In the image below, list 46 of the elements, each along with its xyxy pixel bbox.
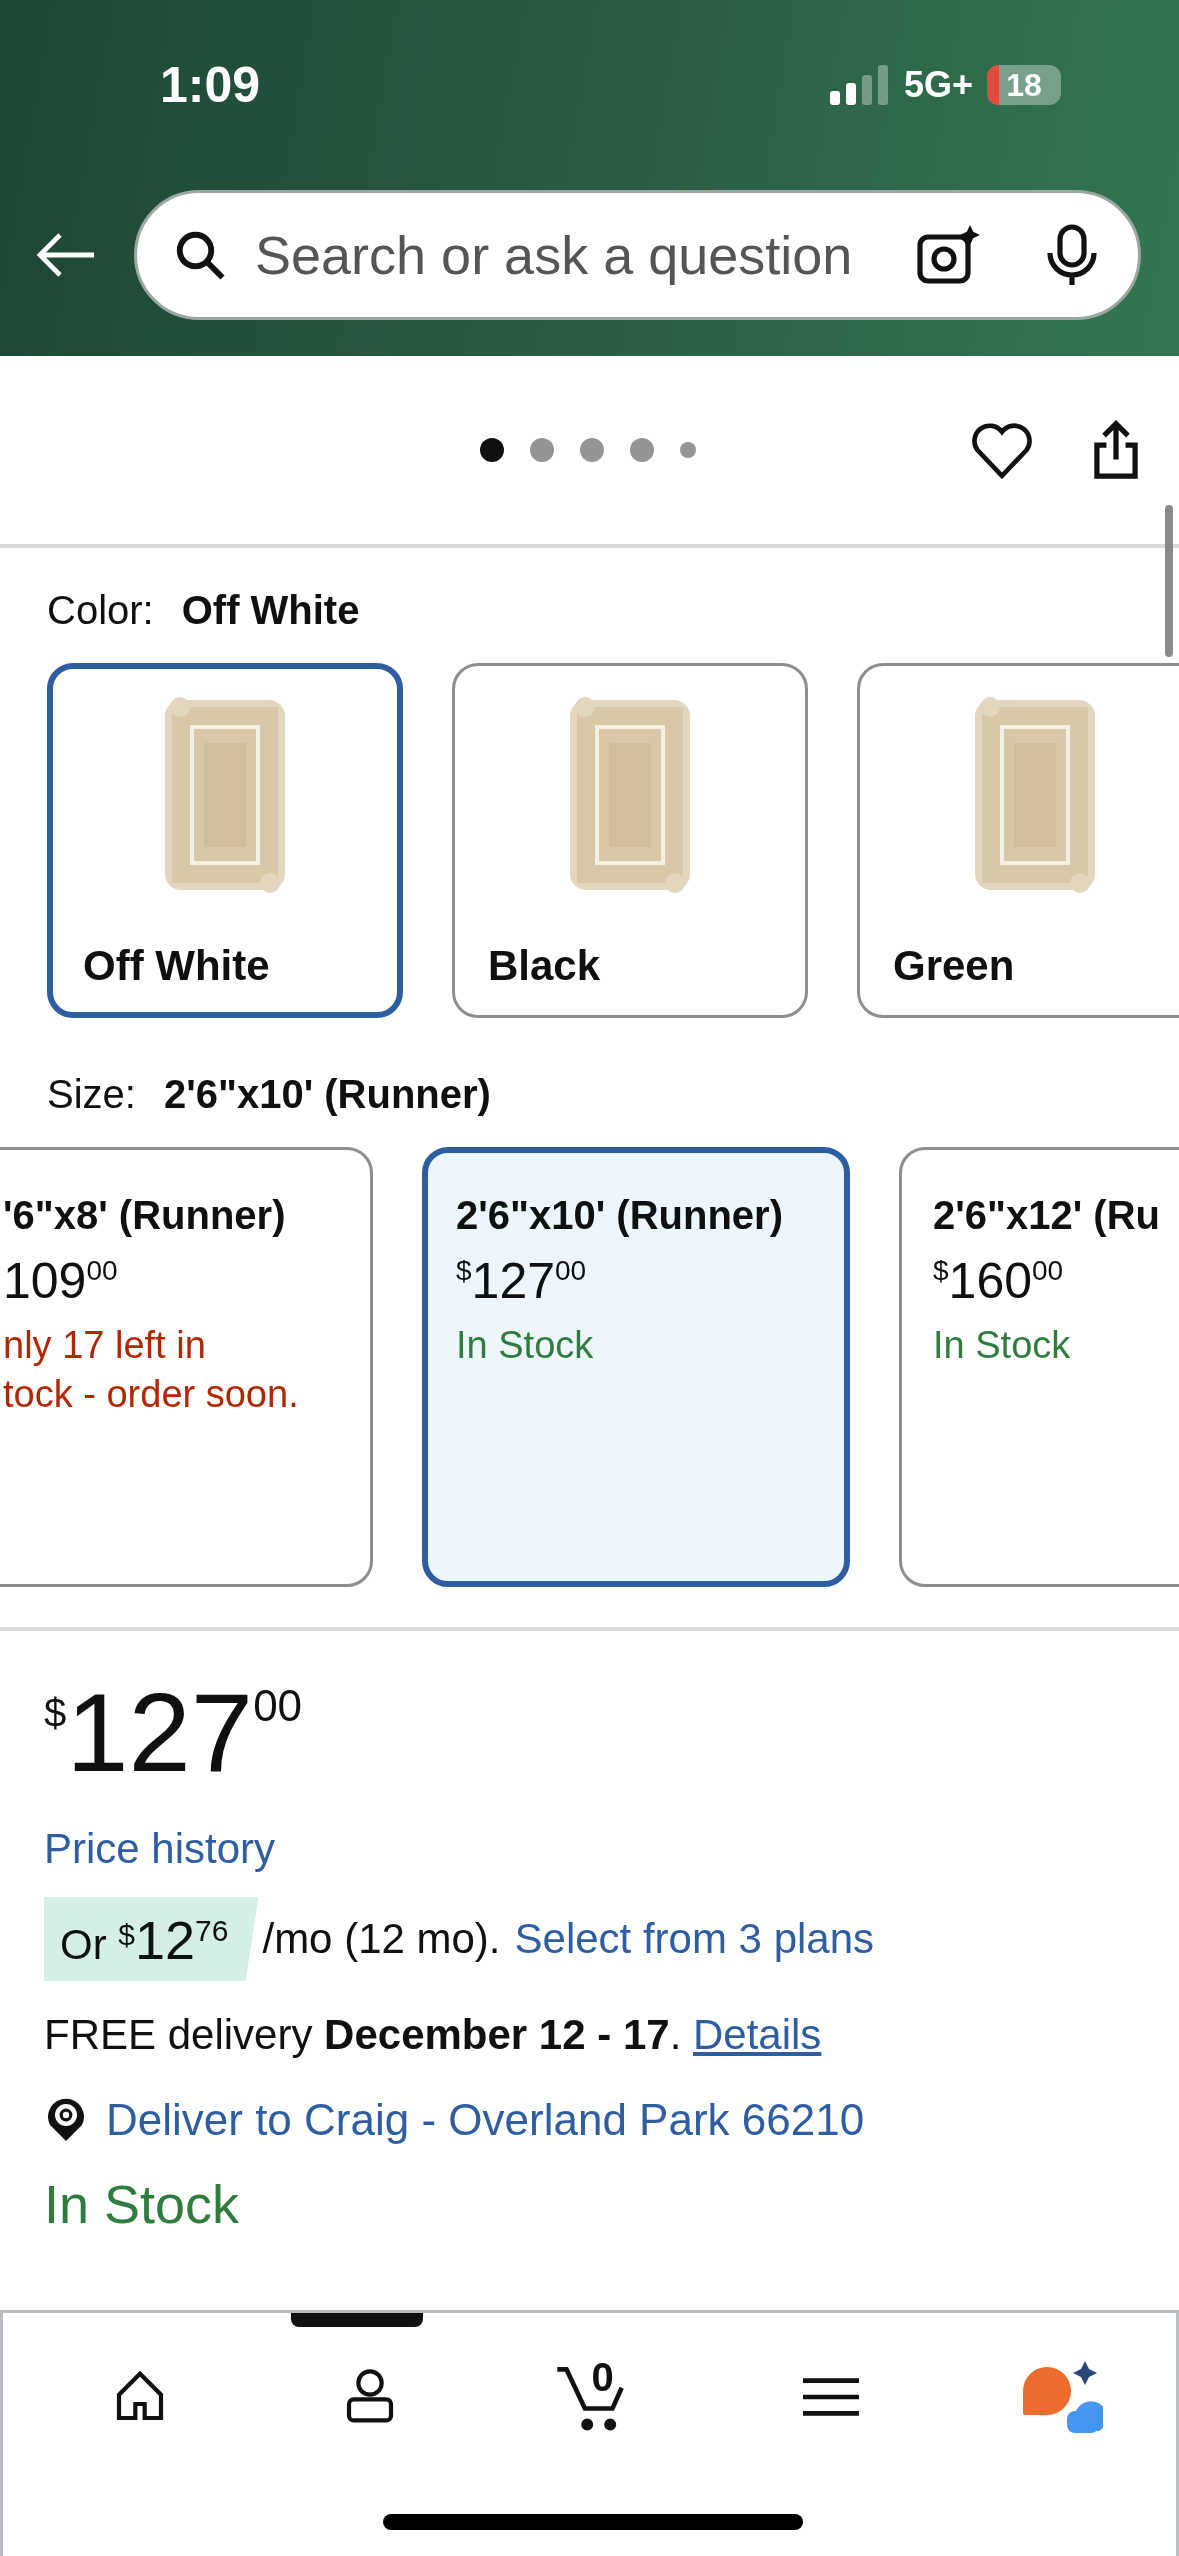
size-option[interactable]: '6"x8' (Runner) 109$^{00}$ nly 17 left in tock - order soon. bbox=[0, 1147, 373, 1587]
color-option[interactable]: Black bbox=[452, 663, 808, 1018]
network-label: 5G+ bbox=[903, 64, 973, 106]
color-option[interactable]: Green bbox=[857, 663, 1179, 1018]
carousel-dot[interactable] bbox=[480, 438, 504, 462]
color-value: Off White bbox=[181, 588, 360, 633]
plans-link[interactable]: Select from 3 plans bbox=[514, 1915, 875, 1963]
signal-icon bbox=[829, 65, 890, 105]
delivery-text: FREE delivery December 12 - 17. Details bbox=[44, 2011, 823, 2059]
price-history-link[interactable]: Price history bbox=[44, 1825, 276, 1873]
size-title: 2'6"x10' (Runner) bbox=[456, 1193, 783, 1238]
installment-badge: Or $^{$}$12$^{76}$ bbox=[44, 1897, 259, 1981]
size-price: 109$^{00}$ bbox=[3, 1256, 118, 1306]
search-input[interactable]: Search or ask a question bbox=[253, 223, 890, 287]
size-price: $^{$}$160$^{00}$ bbox=[933, 1256, 1064, 1306]
color-option[interactable]: Off White bbox=[47, 663, 403, 1018]
size-label: Size: bbox=[47, 1072, 136, 1117]
size-title: '6"x8' (Runner) bbox=[3, 1193, 286, 1238]
stock-note: tock - order soon. bbox=[3, 1373, 299, 1416]
size-price: $^{$}$127$^{00}$ bbox=[456, 1256, 587, 1306]
availability-text: In Stock bbox=[44, 2173, 241, 2235]
deliver-to-link[interactable]: Deliver to Craig - Overland Park 66210 bbox=[106, 2095, 865, 2145]
installment-terms: /mo (12 mo). bbox=[262, 1915, 501, 1963]
share-icon[interactable] bbox=[1091, 419, 1141, 481]
stock-note: In Stock bbox=[933, 1324, 1071, 1367]
camera-icon[interactable] bbox=[916, 223, 980, 287]
microphone-icon[interactable] bbox=[1046, 223, 1098, 287]
carousel-dot[interactable] bbox=[680, 442, 696, 458]
product-price: $^{$}$127$^{00}$ bbox=[44, 1677, 303, 1789]
size-option[interactable]: 2'6"x12' (Ru $^{$}$160$^{00}$ In Stock bbox=[899, 1147, 1179, 1587]
carousel-dot[interactable] bbox=[630, 438, 654, 462]
cart-count: 0 bbox=[591, 2355, 614, 2400]
stock-note: In Stock bbox=[456, 1324, 594, 1367]
carousel-dot[interactable] bbox=[530, 438, 554, 462]
size-title: 2'6"x12' (Ru bbox=[933, 1193, 1160, 1238]
nav-tab[interactable]: 0 bbox=[545, 2357, 656, 2437]
size-value: 2'6"x10' (Runner) bbox=[163, 1072, 491, 1117]
size-option[interactable]: 2'6"x10' (Runner) $^{$}$127$^{00}$ In Stock bbox=[422, 1147, 850, 1587]
battery-icon: 18 bbox=[987, 65, 1061, 105]
stock-note: nly 17 left in bbox=[3, 1324, 207, 1367]
menu-icon bbox=[802, 2375, 859, 2419]
details-link[interactable]: Details bbox=[692, 2011, 822, 2058]
color-label: Color: bbox=[47, 588, 154, 633]
carousel-dot[interactable] bbox=[580, 438, 604, 462]
status-time: 1:09 bbox=[160, 56, 261, 114]
search-field[interactable]: Search or ask a question bbox=[134, 190, 1141, 320]
